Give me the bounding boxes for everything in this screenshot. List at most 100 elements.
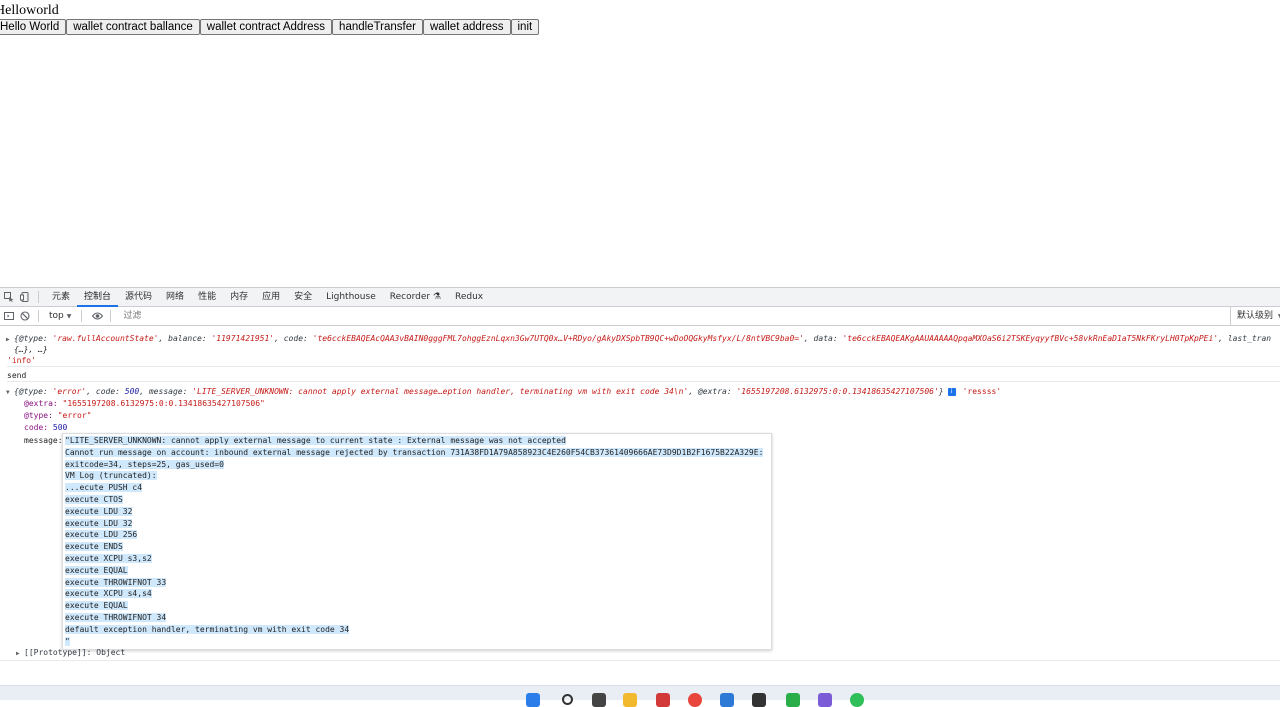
clear-console-icon[interactable] bbox=[18, 309, 32, 323]
button-row: Hello World wallet contract ballance wal… bbox=[0, 19, 540, 35]
message-line-text: execute THROWIFNOT 34 bbox=[65, 612, 167, 622]
property-prototype[interactable]: ▶ [[Prototype]]: Object bbox=[16, 647, 125, 659]
property-type: @type: "error" bbox=[24, 411, 92, 420]
terminal-icon[interactable] bbox=[752, 693, 766, 707]
console-string-ressss: 'ressss' bbox=[962, 387, 1002, 396]
collapse-triangle-icon[interactable]: ▼ bbox=[6, 387, 14, 398]
console-message-continuation: {…}, …} bbox=[14, 345, 48, 354]
message-line: execute LDU 256 bbox=[65, 529, 769, 541]
message-line: execute LDU 32 bbox=[65, 506, 769, 518]
console-message-account-state[interactable]: ▶ {@type: 'raw.fullAccountState', balance… bbox=[6, 333, 1271, 345]
sidebar-toggle-icon[interactable] bbox=[2, 309, 16, 323]
message-line: " bbox=[65, 636, 769, 648]
message-line-text: execute EQUAL bbox=[65, 601, 128, 611]
devtools-panel: 元素 控制台 源代码 网络 性能 内存 应用 安全 Lighthouse Rec… bbox=[0, 287, 1280, 685]
app-icon-green[interactable] bbox=[850, 693, 864, 707]
message-value-popover[interactable]: "LITE_SERVER_UNKNOWN: cannot apply exter… bbox=[62, 433, 772, 650]
message-line-text: execute LDU 256 bbox=[65, 530, 138, 540]
tab-security[interactable]: 安全 bbox=[287, 288, 319, 307]
property-extra: @extra: "1655197208.6132975:0:0.13418635… bbox=[24, 399, 265, 408]
start-menu-icon[interactable] bbox=[526, 693, 540, 707]
message-line: execute LDU 32 bbox=[65, 518, 769, 530]
property-code: code: 500 bbox=[24, 423, 68, 432]
task-view-icon[interactable] bbox=[592, 693, 606, 707]
tab-console[interactable]: 控制台 bbox=[77, 288, 119, 307]
message-line-text: default exception handler, terminating v… bbox=[65, 624, 350, 634]
console-toolbar: top ▼ 默认级别 ▼ bbox=[0, 307, 1280, 326]
wallet-contract-address-button[interactable]: wallet contract Address bbox=[199, 19, 333, 35]
message-line-text: execute LDU 32 bbox=[65, 518, 133, 528]
log-levels-dropdown[interactable]: 默认级别 ▼ bbox=[1230, 307, 1280, 325]
live-expression-eye-icon[interactable] bbox=[90, 309, 104, 323]
expand-triangle-icon[interactable]: ▶ bbox=[16, 648, 24, 659]
tab-redux[interactable]: Redux bbox=[448, 288, 490, 307]
property-message-key: message: bbox=[24, 436, 63, 445]
console-output: ▶ {@type: 'raw.fullAccountState', balance… bbox=[0, 328, 1280, 685]
log-levels-label: 默认级别 bbox=[1237, 311, 1274, 321]
message-line: VM Log (truncated): bbox=[65, 470, 769, 482]
context-selector-label: top bbox=[49, 311, 64, 321]
wechat-icon[interactable] bbox=[786, 693, 800, 707]
console-string-info: 'info' bbox=[7, 355, 1280, 367]
message-line-text: execute THROWIFNOT 33 bbox=[65, 577, 167, 587]
message-line: "LITE_SERVER_UNKNOWN: cannot apply exter… bbox=[65, 435, 769, 447]
tab-performance[interactable]: 性能 bbox=[191, 288, 223, 307]
message-line: execute THROWIFNOT 33 bbox=[65, 577, 769, 589]
console-filter-input[interactable] bbox=[121, 310, 422, 322]
message-line-text: execute XCPU s4,s4 bbox=[65, 589, 152, 599]
wallet-contract-balance-button[interactable]: wallet contract ballance bbox=[66, 19, 200, 35]
tab-elements[interactable]: 元素 bbox=[45, 288, 77, 307]
inspect-element-icon[interactable] bbox=[2, 290, 16, 304]
message-line-text: execute EQUAL bbox=[65, 565, 128, 575]
device-toolbar-icon[interactable] bbox=[18, 290, 32, 304]
message-line-text: " bbox=[65, 636, 70, 646]
init-button[interactable]: init bbox=[510, 19, 540, 35]
message-line-text: execute ENDS bbox=[65, 542, 123, 552]
message-line: execute EQUAL bbox=[65, 565, 769, 577]
tab-recorder[interactable]: Recorder ⚗ bbox=[383, 288, 448, 307]
os-taskbar bbox=[0, 685, 1280, 707]
tab-memory[interactable]: 内存 bbox=[223, 288, 255, 307]
file-explorer-icon[interactable] bbox=[623, 693, 637, 707]
message-line: execute THROWIFNOT 34 bbox=[65, 612, 769, 624]
message-line-text: execute XCPU s3,s2 bbox=[65, 553, 152, 563]
message-line: execute CTOS bbox=[65, 494, 769, 506]
tab-network[interactable]: 网络 bbox=[159, 288, 191, 307]
wallet-address-button[interactable]: wallet address bbox=[422, 19, 511, 35]
toolbar-separator bbox=[81, 310, 83, 322]
message-line: ...ecute PUSH c4 bbox=[65, 482, 769, 494]
tab-sources[interactable]: 源代码 bbox=[118, 288, 159, 307]
message-line: execute XCPU s3,s2 bbox=[65, 553, 769, 565]
handle-transfer-button[interactable]: handleTransfer bbox=[332, 19, 423, 35]
context-selector[interactable]: top ▼ bbox=[45, 309, 75, 324]
chrome-icon[interactable] bbox=[688, 693, 702, 707]
tab-application[interactable]: 应用 bbox=[255, 288, 287, 307]
dropdown-arrow-icon: ▼ bbox=[66, 312, 72, 320]
message-line-text: VM Log (truncated): bbox=[65, 471, 157, 481]
tab-lighthouse[interactable]: Lighthouse bbox=[319, 288, 383, 307]
devtools-tabbar: 元素 控制台 源代码 网络 性能 内存 应用 安全 Lighthouse Rec… bbox=[0, 288, 1280, 307]
message-line-text: Cannot run message on account: inbound e… bbox=[65, 447, 764, 457]
message-line-text: ...ecute PUSH c4 bbox=[65, 483, 143, 493]
console-divider bbox=[0, 660, 1280, 661]
message-line: execute EQUAL bbox=[65, 600, 769, 612]
hello-world-button[interactable]: Hello World bbox=[0, 19, 67, 35]
console-log-send: send bbox=[7, 370, 1280, 382]
message-line: Cannot run message on account: inbound e… bbox=[65, 447, 769, 459]
app-icon-red[interactable] bbox=[656, 693, 670, 707]
message-line-text: exitcode=34, steps=25, gas_used=0 bbox=[65, 459, 224, 469]
message-line-text: execute CTOS bbox=[65, 494, 123, 504]
page-heading: Helloworld bbox=[0, 3, 59, 18]
message-line: default exception handler, terminating v… bbox=[65, 624, 769, 636]
message-line-text: "LITE_SERVER_UNKNOWN: cannot apply exter… bbox=[65, 436, 566, 445]
vscode-icon[interactable] bbox=[720, 693, 734, 707]
toolbar-separator bbox=[38, 310, 39, 322]
app-icon-purple[interactable] bbox=[818, 693, 832, 707]
tab-separator bbox=[38, 291, 39, 303]
toolbar-separator bbox=[110, 310, 112, 322]
expand-triangle-icon[interactable]: ▶ bbox=[6, 334, 14, 345]
console-message-error-object[interactable]: ▼ {@type: 'error', code: 500, message: 'L… bbox=[6, 386, 1001, 398]
message-line-text: execute LDU 32 bbox=[65, 506, 133, 516]
message-line: execute ENDS bbox=[65, 541, 769, 553]
info-icon[interactable]: i bbox=[947, 387, 956, 396]
